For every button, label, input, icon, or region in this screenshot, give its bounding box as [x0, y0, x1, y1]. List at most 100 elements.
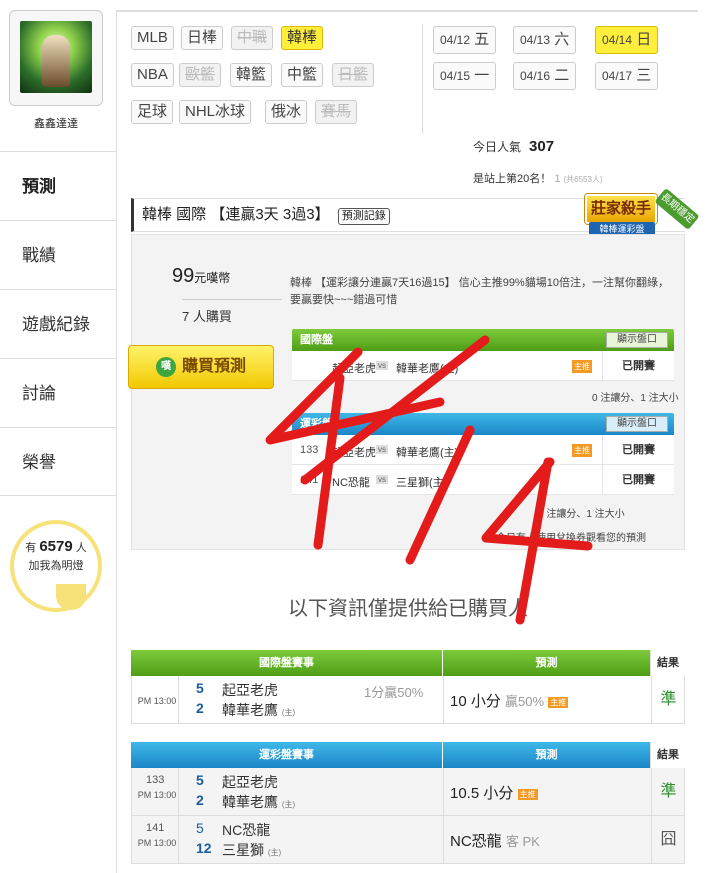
home-team: 韓華老鷹(主)	[396, 363, 459, 375]
sport-china-basketball[interactable]: 中籃	[281, 63, 324, 87]
pick-text: 10 小分 贏50% 主推	[450, 693, 569, 710]
username[interactable]: 鑫鑫達達	[0, 115, 112, 131]
game-number: 133	[146, 774, 165, 786]
pick-text: NC恐龍 客 PK	[450, 833, 540, 850]
game-number: 133	[300, 444, 319, 456]
fans-count: 6579	[39, 538, 73, 555]
away-score: 5	[196, 820, 204, 836]
lottery-count-note: 0 注讓分、1 注大小	[538, 509, 625, 520]
away-team: NC恐龍	[222, 822, 271, 838]
away-score: 5	[196, 680, 204, 696]
lightbulb-icon	[56, 584, 86, 610]
sidebar: 鑫鑫達達 預測 戰績 遊戲紀錄 討論 榮譽 有 6579 人 加我為明燈	[0, 0, 116, 873]
rank-text: 是站上第20名！	[473, 173, 552, 185]
sport-horse-racing: 賽馬	[315, 100, 358, 124]
sport-nba[interactable]: NBA	[131, 63, 174, 87]
column-header-pick: 預測	[442, 742, 650, 768]
game-time: PM 13:00	[137, 838, 177, 848]
game-status: 已開賽	[602, 435, 674, 465]
buyer-count: 7 人購買	[182, 299, 282, 325]
column-header-pick: 預測	[442, 650, 650, 676]
date-0417[interactable]: 04/17 三	[595, 62, 659, 90]
sport-mlb[interactable]: MLB	[131, 26, 174, 50]
pick-cell: NC恐龍 客 PK	[443, 816, 651, 863]
game-row: 141 NC恐龍 vs 三星獅(主) 已開賽	[292, 465, 674, 495]
home-score: 12	[196, 840, 212, 856]
table-row: 141 PM 13:00 5 12 NC恐龍 三星獅 (主) NC恐龍 客 PK…	[131, 816, 685, 864]
sport-nhl[interactable]: NHL冰球	[179, 100, 252, 124]
buy-prediction-button[interactable]: 嘆購買預測	[128, 345, 274, 389]
intl-games-box: 國際盤 顯示盤口 起亞老虎 vs 韓華老鷹(主) 主推 已開賽	[292, 329, 674, 381]
sport-npb[interactable]: 日棒	[181, 26, 224, 50]
column-header-result: 結果	[650, 650, 685, 676]
lottery-games-header: 運彩盤 顯示盤口	[292, 413, 674, 435]
badge-seal: 莊家殺手 韓棒運彩盤	[585, 190, 665, 236]
voucher-note: 今日有人使用兌換券觀看您的預測	[496, 533, 646, 544]
vs-icon: vs	[376, 361, 388, 370]
game-time: PM 13:00	[137, 790, 177, 800]
sport-cpbl: 中職	[231, 26, 274, 50]
result-cell: 準	[651, 676, 685, 723]
result-cell: 囧	[651, 816, 685, 863]
nav-item-record[interactable]: 戰績	[0, 220, 116, 289]
nav-item-discussion[interactable]: 討論	[0, 358, 116, 427]
pick-cell: 10.5 小分 主推	[443, 768, 651, 815]
column-header-game: 運彩盤賽事	[259, 749, 314, 761]
show-odds-button[interactable]: 顯示盤口	[606, 332, 668, 348]
sport-khl[interactable]: 俄冰	[265, 100, 308, 124]
follow-label: 加我為明燈	[28, 560, 84, 572]
vs-icon: vs	[376, 445, 388, 454]
intl-count-note: 0 注讓分、1 注大小	[592, 393, 679, 404]
home-score: 2	[196, 700, 204, 716]
popularity: 今日人氣 307	[473, 138, 554, 155]
avatar-frame[interactable]	[9, 10, 103, 106]
home-team: 韓華老鷹(主)	[396, 447, 459, 459]
date-0415[interactable]: 04/15 一	[433, 62, 497, 90]
game-row: 133 起亞老虎 vs 韓華老鷹(主) 主推 已開賽	[292, 435, 674, 465]
popularity-label: 今日人氣	[473, 140, 522, 154]
away-team: 起亞老虎	[332, 447, 376, 459]
date-0412[interactable]: 04/12 五	[433, 26, 497, 54]
home-team: 韓華老鷹 (主)	[222, 794, 296, 810]
rank-line: 是站上第20名！ 1 (共6553人)	[473, 170, 603, 186]
intl-result-header: 國際盤賽事 預測 結果	[131, 650, 685, 676]
lottery-games-box: 運彩盤 顯示盤口 133 起亞老虎 vs 韓華老鷹(主) 主推 已開賽 141 …	[292, 413, 674, 495]
sport-korea-basketball[interactable]: 韓籃	[230, 63, 273, 87]
avatar[interactable]	[20, 21, 92, 93]
fans-unit: 人	[75, 542, 87, 554]
nav-item-predict[interactable]: 預測	[0, 151, 116, 220]
prediction-box: 99元嘆幣 7 人購買 嘆購買預測 韓棒 【運彩讓分連贏7天16過15】 信心主…	[128, 234, 685, 550]
fans-prefix: 有	[25, 542, 37, 554]
date-0413[interactable]: 04/13 六	[513, 26, 577, 54]
sport-kbo[interactable]: 韓棒	[281, 26, 324, 50]
lottery-result-header: 運彩盤賽事 預測 結果	[131, 742, 685, 768]
buyers-only-notice: 以下資訊僅提供給已購買人	[288, 598, 528, 620]
away-score: 5	[196, 772, 204, 788]
date-0416[interactable]: 04/16 二	[513, 62, 577, 90]
vs-icon: vs	[376, 475, 388, 484]
show-odds-button[interactable]: 顯示盤口	[606, 416, 668, 432]
game-status: 已開賽	[602, 465, 674, 495]
game-number: 141	[146, 822, 165, 834]
home-score: 2	[196, 792, 204, 808]
home-team: 三星獅 (主)	[222, 842, 282, 858]
intl-games-header: 國際盤 顯示盤口	[292, 329, 674, 351]
sport-euro-basketball: 歐籃	[179, 63, 222, 87]
pick-text: 10.5 小分 主推	[450, 785, 538, 802]
buy-label: 購買預測	[181, 358, 246, 375]
prediction-title-text: 韓棒 國際 【連贏3天 3過3】	[142, 206, 330, 223]
sport-soccer[interactable]: 足球	[131, 100, 174, 124]
main-panel: MLB 日棒 中職 韓棒 NBA 歐籃 韓籃 中籃 日籃 足球 NHL冰球 俄冰…	[116, 10, 700, 873]
table-row: 133 PM 13:00 5 2 起亞老虎 韓華老鷹 (主) 10.5 小分 主…	[131, 768, 685, 816]
popularity-value: 307	[529, 138, 555, 155]
game-row: 起亞老虎 vs 韓華老鷹(主) 主推 已開賽	[292, 351, 674, 381]
result-cell: 準	[651, 768, 685, 815]
prediction-record-button[interactable]: 預測記錄	[337, 208, 390, 225]
date-0414[interactable]: 04/14 日	[595, 26, 659, 54]
nav-item-honor[interactable]: 榮譽	[0, 427, 116, 496]
rank-total: (共6553人)	[563, 175, 603, 184]
game-time: PM 13:00	[137, 696, 177, 706]
nav-item-game-log[interactable]: 遊戲紀錄	[0, 289, 116, 358]
main-pick-badge: 主推	[572, 444, 592, 457]
sport-japan-basketball: 日籃	[332, 63, 375, 87]
